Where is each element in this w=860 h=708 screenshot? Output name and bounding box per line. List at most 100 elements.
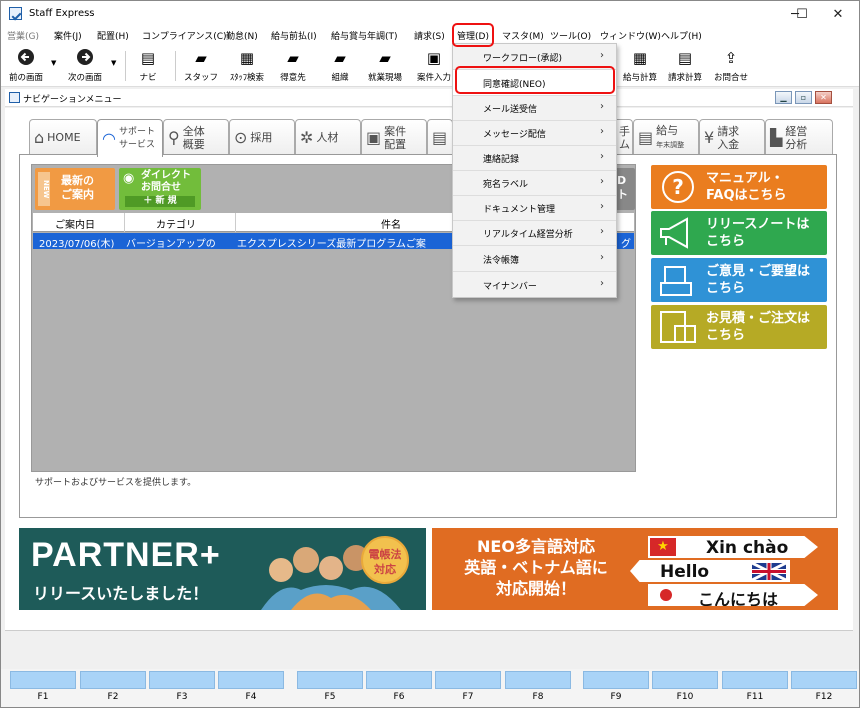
mdi-close-button[interactable]: ✕ [815,91,832,104]
billing-label: 請求計算 [667,73,702,83]
manual-faq-button[interactable]: ? マニュアル・ FAQはこちら [651,165,827,209]
toolbar-separator [175,51,176,81]
fkey-label: F6 [393,692,405,702]
tab-overview[interactable]: ⚲ 全体 概要 [163,119,229,155]
tab-job[interactable]: ▣ 案件 配置 [361,119,427,155]
f5-key[interactable]: F5 [297,671,363,705]
menu-help[interactable]: ヘルプ(H) [661,29,702,42]
f8-key[interactable]: F8 [505,671,571,705]
latest-info-button[interactable]: NEW 最新の ご案内 [35,168,115,210]
tab-talent[interactable]: ✲ 人材 [295,119,361,155]
billing-button[interactable]: ▤ 請求計算 [663,48,707,84]
column-header-category[interactable]: カテゴリ [156,216,196,231]
navi-button[interactable]: ▤ ナビ [133,48,163,84]
f2-key[interactable]: F2 [80,671,146,705]
staff-label: スタッフ [183,73,218,83]
partial-label-sub: ト [617,188,628,201]
hierarchy-icon: ⚲ [168,128,180,147]
menu-item-label: 連絡記録 [483,155,520,165]
forward-dropdown-icon[interactable]: ▼ [111,59,116,67]
tab-home[interactable]: ⌂ HOME [29,119,97,155]
menu-kintai[interactable]: 勤怠(N) [226,29,258,42]
column-header-subject[interactable]: 件名 [381,216,401,231]
quote-order-button[interactable]: お見積・ご注文は こちら [651,305,827,349]
back-dropdown-icon[interactable]: ▼ [51,59,56,67]
menu-item-legal-books[interactable]: 法令帳簿 › [453,246,616,272]
location-pin-icon: ◉ [123,171,135,186]
site-button[interactable]: ▰ 就業現場 [363,48,407,84]
menu-tool[interactable]: ツール(O) [550,29,591,42]
fkey-label: F11 [746,692,764,702]
f7-key[interactable]: F7 [435,671,501,705]
tab-management[interactable]: ▙ 経営 分析 [765,119,833,155]
badge-label-sub: 対応 [374,563,396,576]
menu-anken[interactable]: 案件(J) [54,29,82,42]
menu-item-contact-log[interactable]: 連絡記録 › [453,145,616,171]
menu-item-label: リアルタイム経営分析 [483,230,573,240]
menu-item-document[interactable]: ドキュメント管理 › [453,195,616,221]
menu-eigyo[interactable]: 営業(G) [7,29,39,42]
menu-item-mail[interactable]: メール送受信 › [453,95,616,121]
f4-key[interactable]: F4 [218,671,284,705]
job-input-button[interactable]: ▣ 案件入力 [415,48,453,84]
upload-tray-icon: ⇪ [724,49,738,67]
tab-label: 請求 [717,124,740,138]
release-notes-label-sub: こちら [706,234,746,249]
f1-key[interactable]: F1 [10,671,76,705]
new-badge: NEW [38,172,50,206]
menu-item-label: 宛名ラベル [483,180,529,190]
manual-faq-label-sub: FAQはこちら [706,188,787,203]
f9-key[interactable]: F9 [583,671,649,705]
menu-item-realtime-analysis[interactable]: リアルタイム経営分析 › [453,220,616,246]
partial-button[interactable]: Dト [615,168,635,210]
menu-haichi[interactable]: 配置(H) [97,29,129,42]
f11-key[interactable]: F11 [722,671,788,705]
partner-banner[interactable]: PARTNER+ リリースいたしました！ 電帳法 対応 [19,528,426,610]
tab-support[interactable]: ◠ サポート サービス [97,119,163,157]
column-header-date[interactable]: ご案内日 [55,216,95,231]
menu-kyuyo-shoyo[interactable]: 給与賞与年調(T) [331,29,398,42]
org-button[interactable]: ▰ 組織 [323,48,357,84]
menu-seikyu[interactable]: 請求(S) [414,29,445,42]
direct-inquiry-button[interactable]: ◉ ダイレクト お問合せ ＋ 新 規 [119,168,201,210]
payroll-button[interactable]: ▦ 給与計算 [619,48,661,84]
tab-partial[interactable]: ▤ [427,119,453,155]
client-button[interactable]: ▰ 得意先 [275,48,311,84]
contact-button[interactable]: ⇪ お問合せ [711,48,751,84]
forward-button[interactable]: 次の画面 [63,48,107,84]
staff-button[interactable]: ▰ スタッフ [181,48,221,84]
menu-item-message[interactable]: メッセージ配信 › [453,120,616,146]
release-notes-button[interactable]: リリースノートは こちら [651,211,827,255]
tab-label: 経営 [785,124,808,138]
back-arrow-icon [5,48,47,68]
gear-people-icon: ✲ [300,128,314,147]
f12-key[interactable]: F12 [791,671,857,705]
uk-flag-icon [752,563,786,580]
tab-label: 採用 [250,131,273,144]
f10-key[interactable]: F10 [652,671,718,705]
row-category: バージョンアップの [126,239,216,249]
column-divider[interactable] [235,213,236,232]
f3-key[interactable]: F3 [149,671,215,705]
mdi-restore-button[interactable]: ▫ [795,91,812,104]
tab-recruit[interactable]: ⊙ 採用 [229,119,295,155]
menu-master[interactable]: マスタ(M) [502,29,544,42]
close-button[interactable]: ✕ [817,1,859,27]
staff-search-button[interactable]: ▦ ｽﾀｯﾌ検索 [225,48,269,84]
menu-item-label: メール送受信 [483,105,538,115]
menu-kyuyo-maebarai[interactable]: 給与前払(I) [271,29,317,42]
column-divider[interactable] [124,213,125,232]
job-input-icon: ▣ [426,49,442,67]
menu-item-address-label[interactable]: 宛名ラベル › [453,170,616,196]
menu-compliance[interactable]: コンプライアンス(C) [142,29,227,42]
multilingual-banner[interactable]: NEO多言語対応 英語・ベトナム語に 対応開始！ ★ Xin chào Hell… [432,528,838,610]
menu-item-mynumber[interactable]: マイナンバー › [453,272,616,298]
f6-key[interactable]: F6 [366,671,432,705]
mdi-minimize-button[interactable]: ▁ [775,91,792,104]
feedback-button[interactable]: ご意見・ご要望は こちら [651,258,827,302]
tab-payroll[interactable]: ▤ 給与 年末調整 [633,119,699,155]
tab-billing[interactable]: ¥ 請求 入金 [699,119,765,155]
release-notes-label: リリースノートは [706,217,810,232]
back-button[interactable]: 前の画面 [5,48,47,84]
menu-window[interactable]: ウィンドウ(W) [600,29,661,42]
